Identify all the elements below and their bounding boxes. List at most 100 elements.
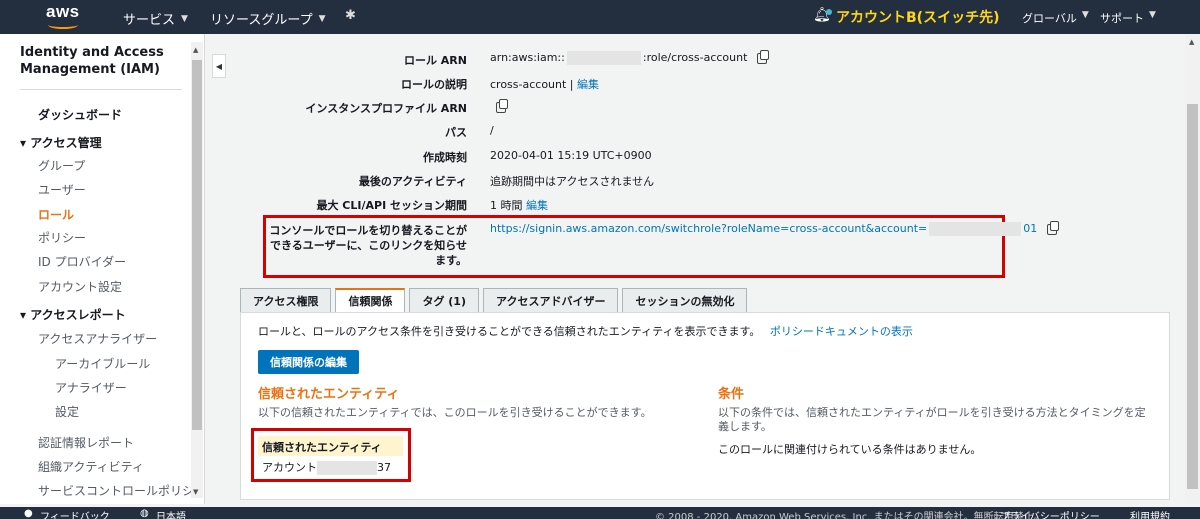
role-description-text: cross-account xyxy=(490,78,567,91)
top-navigation: aws サービス ▼ リソースグループ ▼ ✱ 🔔︎ アカウントB(スイッチ先)… xyxy=(0,0,1200,34)
footer: ● フィードバック ◍ 日本語 © 2008 - 2020, Amazon We… xyxy=(0,507,1200,519)
sidebar-item-groups[interactable]: グループ xyxy=(38,157,85,174)
sidebar-item-credential-report[interactable]: 認証情報レポート xyxy=(38,434,134,451)
tab-tags[interactable]: タグ (1) xyxy=(409,288,479,312)
feedback-link[interactable]: フィードバック xyxy=(40,508,110,519)
terms-link[interactable]: 利用規約 xyxy=(1130,508,1170,519)
sidebar-item-roles[interactable]: ロール xyxy=(38,206,74,223)
tab-trust-relationships[interactable]: 信頼関係 xyxy=(335,288,406,312)
sidebar-item-archive-rules[interactable]: アーカイブルール xyxy=(55,355,150,372)
switch-role-label: コンソールでロールを切り替えることが できるユーザーに、このリンクを知らせ ます… xyxy=(230,223,467,268)
redacted-account-id xyxy=(929,222,1022,236)
aws-logo[interactable]: aws xyxy=(46,3,86,31)
support-label: サポート xyxy=(1100,12,1144,25)
trust-relationships-panel: ロールと、ロールのアクセス条件を引き受けることができる信頼されたエンティティを表… xyxy=(240,312,1170,500)
max-session-text: 1 時間 xyxy=(490,199,523,212)
sidebar: Identity and Access Management (IAM) ダッシ… xyxy=(0,34,205,504)
resource-groups-label: リソースグループ xyxy=(210,13,313,28)
no-conditions-text: このロールに関連付けられている条件はありません。 xyxy=(718,443,982,456)
switch-role-link-suffix[interactable]: 01 xyxy=(1023,222,1037,235)
sidebar-scrollbar[interactable]: ▲ ▼ xyxy=(191,42,203,498)
trust-description: ロールと、ロールのアクセス条件を引き受けることができる信頼されたエンティティを表… xyxy=(258,323,913,339)
scroll-up-icon[interactable]: ▲ xyxy=(193,46,198,54)
language-icon[interactable]: ◍ xyxy=(140,508,149,519)
sidebar-item-access-analyzer[interactable]: アクセスアナライザー xyxy=(38,330,157,347)
account-menu[interactable]: アカウントB(スイッチ先) xyxy=(836,7,999,27)
sidebar-item-access-reports[interactable]: ▾ アクセスレポート xyxy=(20,306,126,323)
conditions-description-line: 以下の条件では、信頼されたエンティティがロールを引き受ける方法とタイミングを定 xyxy=(718,406,1146,419)
notification-dot xyxy=(826,9,832,15)
scroll-down-icon[interactable]: ▼ xyxy=(193,488,198,496)
aws-smile-icon xyxy=(48,21,78,29)
tab-permissions[interactable]: アクセス権限 xyxy=(240,288,332,312)
sidebar-item-account-settings[interactable]: アカウント設定 xyxy=(38,278,122,295)
trust-description-text: ロールと、ロールのアクセス条件を引き受けることができる信頼されたエンティティを表… xyxy=(258,325,761,338)
conditions-description: 以下の条件では、信頼されたエンティティがロールを引き受ける方法とタイミングを定 … xyxy=(718,406,1146,434)
instance-profile-value xyxy=(490,98,508,113)
trusted-entities-description: 以下の信頼されたエンティティでは、このロールを引き受けることができます。 xyxy=(258,406,652,419)
language-selector[interactable]: 日本語 xyxy=(156,508,186,519)
max-session-label: 最大 CLI/API セッション期間 xyxy=(316,199,467,212)
support-menu[interactable]: サポート ▼ xyxy=(1100,10,1156,26)
scroll-up-icon[interactable]: ▲ xyxy=(1189,38,1194,46)
trusted-entities-table-header: 信頼されたエンティティ xyxy=(258,436,403,456)
last-activity-label: 最後のアクティビティ xyxy=(358,175,467,188)
services-label: サービス xyxy=(123,13,176,28)
edit-description-link[interactable]: 編集 xyxy=(577,78,599,91)
copy-icon[interactable] xyxy=(1046,220,1059,235)
sidebar-collapse-button[interactable]: ◀ xyxy=(212,54,226,78)
instance-profile-label: インスタンスプロファイル ARN xyxy=(305,102,467,115)
services-menu[interactable]: サービス ▼ xyxy=(123,9,188,28)
pin-icon[interactable]: ✱ xyxy=(345,8,356,23)
switch-role-link[interactable]: https://signin.aws.amazon.com/switchrole… xyxy=(490,220,1059,236)
table-row: アカウント 37 xyxy=(258,459,391,475)
region-label: グローバル xyxy=(1022,12,1077,25)
feedback-icon[interactable]: ● xyxy=(24,508,33,519)
sidebar-item-users[interactable]: ユーザー xyxy=(38,181,86,198)
path-label: パス xyxy=(445,126,467,139)
account-id-suffix: 37 xyxy=(377,461,391,474)
role-arn-suffix: :role/cross-account xyxy=(642,51,748,64)
chevron-down-icon: ▼ xyxy=(1149,10,1156,20)
role-tabs: アクセス権限 信頼関係 タグ (1) アクセスアドバイザー セッションの無効化 xyxy=(240,288,751,312)
chevron-down-icon: ▼ xyxy=(181,13,188,24)
sidebar-item-dashboard[interactable]: ダッシュボード xyxy=(38,106,122,123)
tab-access-advisor[interactable]: アクセスアドバイザー xyxy=(483,288,619,312)
switch-role-label-line: ます。 xyxy=(435,254,467,267)
last-activity-value: 追跡期間中はアクセスされません xyxy=(490,175,655,188)
tab-revoke-sessions[interactable]: セッションの無効化 xyxy=(622,288,748,312)
privacy-link[interactable]: プライバシーポリシー xyxy=(1000,508,1100,519)
main-scrollbar[interactable]: ▲ xyxy=(1185,34,1200,504)
switch-role-label-line: コンソールでロールを切り替えることが xyxy=(269,224,467,237)
aws-logo-text: aws xyxy=(46,2,80,21)
sidebar-item-identity-providers[interactable]: ID プロバイダー xyxy=(38,253,126,270)
sidebar-item-policies[interactable]: ポリシー xyxy=(38,229,86,246)
sidebar-divider xyxy=(20,89,182,90)
switch-role-label-line: できるユーザーに、このリンクを知らせ xyxy=(269,239,467,252)
role-arn-label: ロール ARN xyxy=(403,54,467,67)
max-session-value: 1 時間 編集 xyxy=(490,197,548,213)
sidebar-item-organization-activity[interactable]: 組織アクティビティ xyxy=(38,458,144,475)
conditions-heading: 条件 xyxy=(718,387,745,402)
sidebar-item-scp[interactable]: サービスコントロールポリシ xyxy=(38,482,194,499)
trusted-entities-heading: 信頼されたエンティティ xyxy=(258,387,400,402)
view-policy-document-link[interactable]: ポリシードキュメントの表示 xyxy=(770,325,913,338)
resource-groups-menu[interactable]: リソースグループ ▼ xyxy=(210,9,326,28)
switch-role-link-prefix[interactable]: https://signin.aws.amazon.com/switchrole… xyxy=(490,222,927,235)
copy-icon[interactable] xyxy=(756,49,769,64)
edit-trust-relationship-button[interactable]: 信頼関係の編集 xyxy=(258,350,359,374)
main-scroll-thumb[interactable] xyxy=(1187,104,1198,489)
sidebar-item-access-management[interactable]: ▾ アクセス管理 xyxy=(20,134,102,151)
sidebar-item-analyzers[interactable]: アナライザー xyxy=(55,379,127,396)
role-description-value: cross-account | 編集 xyxy=(490,76,599,92)
chevron-down-icon: ▼ xyxy=(1081,10,1089,20)
sidebar-scroll-thumb[interactable] xyxy=(192,60,202,430)
sidebar-item-settings[interactable]: 設定 xyxy=(55,403,79,420)
copy-icon[interactable] xyxy=(496,98,508,113)
path-value: / xyxy=(490,124,494,137)
edit-max-session-link[interactable]: 編集 xyxy=(526,199,548,212)
region-menu[interactable]: グローバル ▼ xyxy=(1022,10,1089,26)
sidebar-title[interactable]: Identity and Access Management (IAM) xyxy=(20,44,180,78)
role-arn-prefix: arn:aws:iam:: xyxy=(490,51,565,64)
separator: | xyxy=(566,78,578,91)
